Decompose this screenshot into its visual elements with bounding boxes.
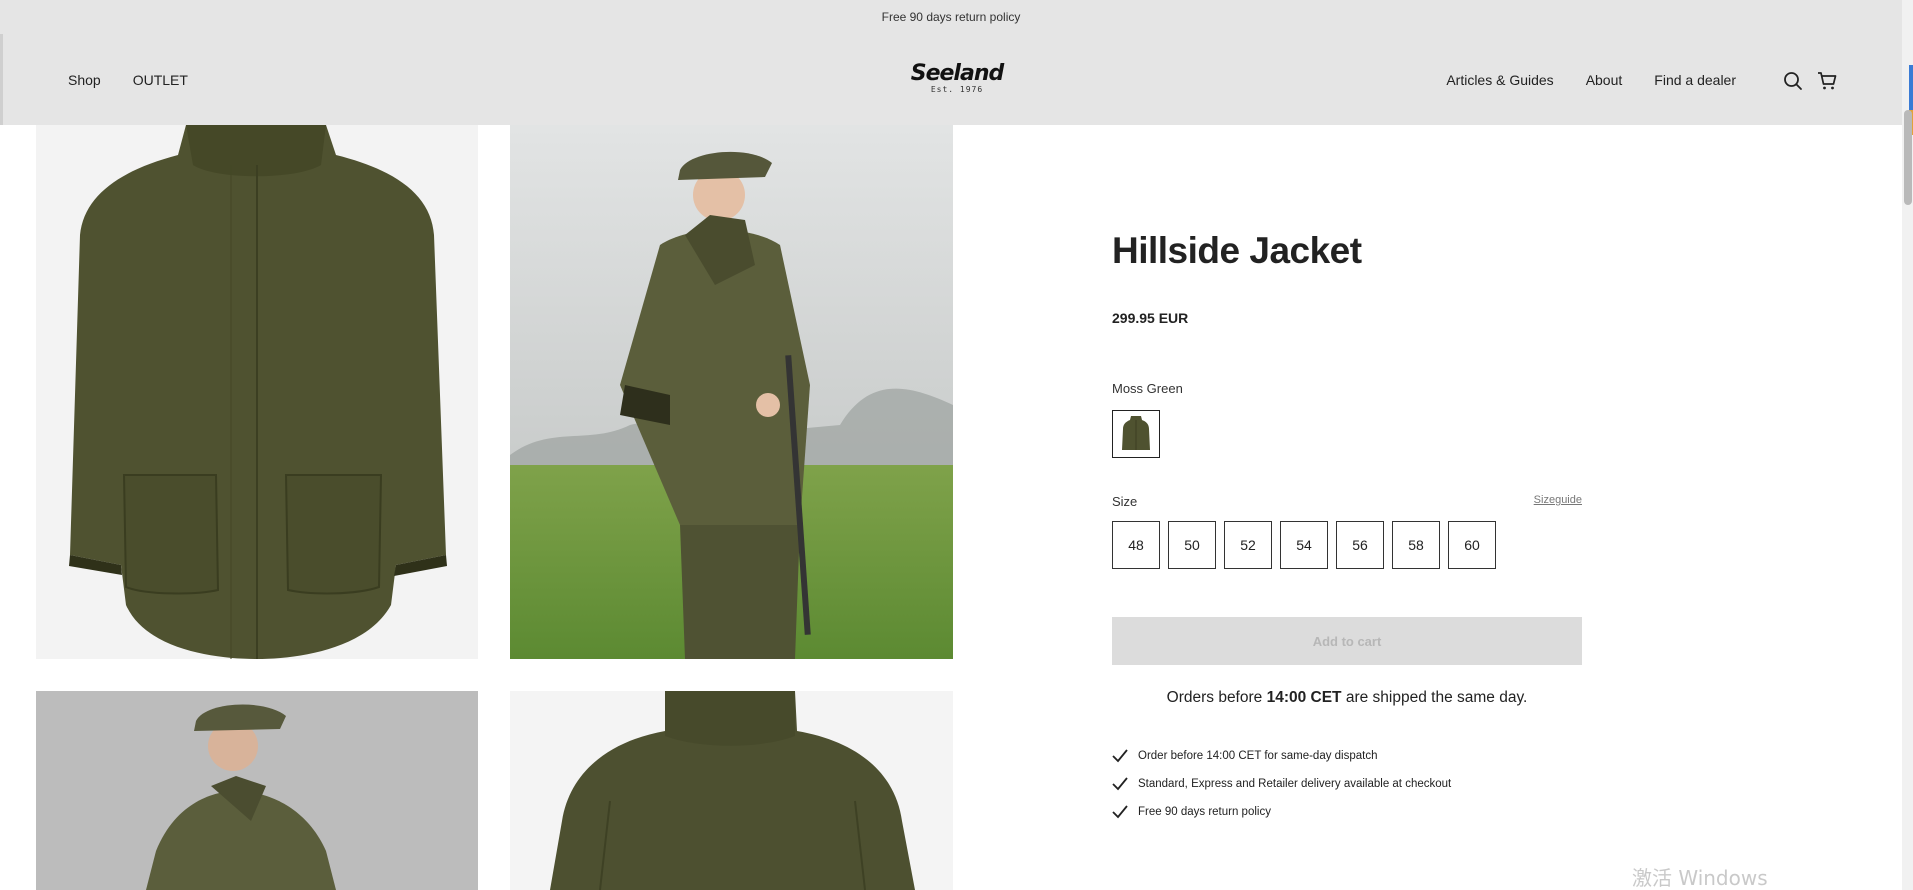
size-options: 48 50 52 54 56 58 60 xyxy=(1112,521,1582,569)
shipping-note: Orders before 14:00 CET are shipped the … xyxy=(1112,689,1582,707)
nav-articles-guides[interactable]: Articles & Guides xyxy=(1446,72,1553,88)
size-label: Size xyxy=(1112,494,1138,509)
size-option-60[interactable]: 60 xyxy=(1448,521,1496,569)
logo-established: Est. 1976 xyxy=(930,85,984,94)
color-swatch-moss-green[interactable] xyxy=(1112,410,1160,458)
size-option-58[interactable]: 58 xyxy=(1392,521,1440,569)
size-option-56[interactable]: 56 xyxy=(1336,521,1384,569)
page-scrollbar[interactable] xyxy=(1902,0,1913,890)
size-option-48[interactable]: 48 xyxy=(1112,521,1160,569)
usp-item: Standard, Express and Retailer delivery … xyxy=(1112,777,1582,791)
usp-item: Free 90 days return policy xyxy=(1112,805,1582,819)
usp-list: Order before 14:00 CET for same-day disp… xyxy=(1112,749,1582,819)
size-row: Size Sizeguide xyxy=(1112,494,1582,509)
logo-wordmark: Seeland xyxy=(910,61,1004,86)
shipping-note-time: 14:00 CET xyxy=(1266,689,1342,706)
shipping-note-before: Orders before xyxy=(1166,689,1267,706)
product-title: Hillside Jacket xyxy=(1112,230,1362,271)
nav-right: Articles & Guides About Find a dealer xyxy=(1446,72,1736,88)
scrollbar-thumb[interactable] xyxy=(1904,110,1912,205)
product-price: 299.95 EUR xyxy=(1112,310,1189,326)
usp-item: Order before 14:00 CET for same-day disp… xyxy=(1112,749,1582,763)
model-field-image[interactable] xyxy=(510,125,953,659)
logo[interactable]: Seeland Est. 1976 xyxy=(910,61,1004,95)
usp-text: Free 90 days return policy xyxy=(1138,806,1271,818)
color-label: Moss Green xyxy=(1112,381,1183,396)
page: Free 90 days return policy Shop OUTLET S… xyxy=(0,0,1913,890)
add-to-cart-button[interactable]: Add to cart xyxy=(1112,617,1582,665)
checkmark-icon xyxy=(1112,805,1128,819)
search-icon[interactable] xyxy=(1782,70,1804,92)
checkmark-icon xyxy=(1112,749,1128,763)
jacket-front-image[interactable] xyxy=(36,125,478,659)
nav-about[interactable]: About xyxy=(1586,72,1623,88)
nav-outlet[interactable]: OUTLET xyxy=(133,72,188,88)
usp-text: Standard, Express and Retailer delivery … xyxy=(1138,778,1452,790)
checkmark-icon xyxy=(1112,777,1128,791)
jacket-back-image[interactable] xyxy=(510,691,953,890)
nav-shop[interactable]: Shop xyxy=(68,72,101,88)
usp-text: Order before 14:00 CET for same-day disp… xyxy=(1138,750,1378,762)
nav-left: Shop OUTLET xyxy=(68,72,188,88)
size-option-50[interactable]: 50 xyxy=(1168,521,1216,569)
cart-icon[interactable] xyxy=(1816,70,1838,92)
sizeguide-link[interactable]: Sizeguide xyxy=(1534,494,1582,509)
windows-activation-watermark: 激活 Windows xyxy=(1632,866,1768,890)
site-header: Shop OUTLET Seeland Est. 1976 Articles &… xyxy=(0,34,1902,125)
size-option-52[interactable]: 52 xyxy=(1224,521,1272,569)
size-option-54[interactable]: 54 xyxy=(1280,521,1328,569)
shipping-note-after: are shipped the same day. xyxy=(1341,689,1528,706)
announcement-bar: Free 90 days return policy xyxy=(0,0,1902,34)
product-info: Hillside Jacket 299.95 EUR Moss Green Si… xyxy=(1112,230,1582,819)
nav-find-dealer[interactable]: Find a dealer xyxy=(1654,72,1736,88)
model-grey-image[interactable] xyxy=(36,691,478,890)
jacket-thumbnail-icon xyxy=(1122,416,1150,450)
announcement-text: Free 90 days return policy xyxy=(881,10,1021,24)
